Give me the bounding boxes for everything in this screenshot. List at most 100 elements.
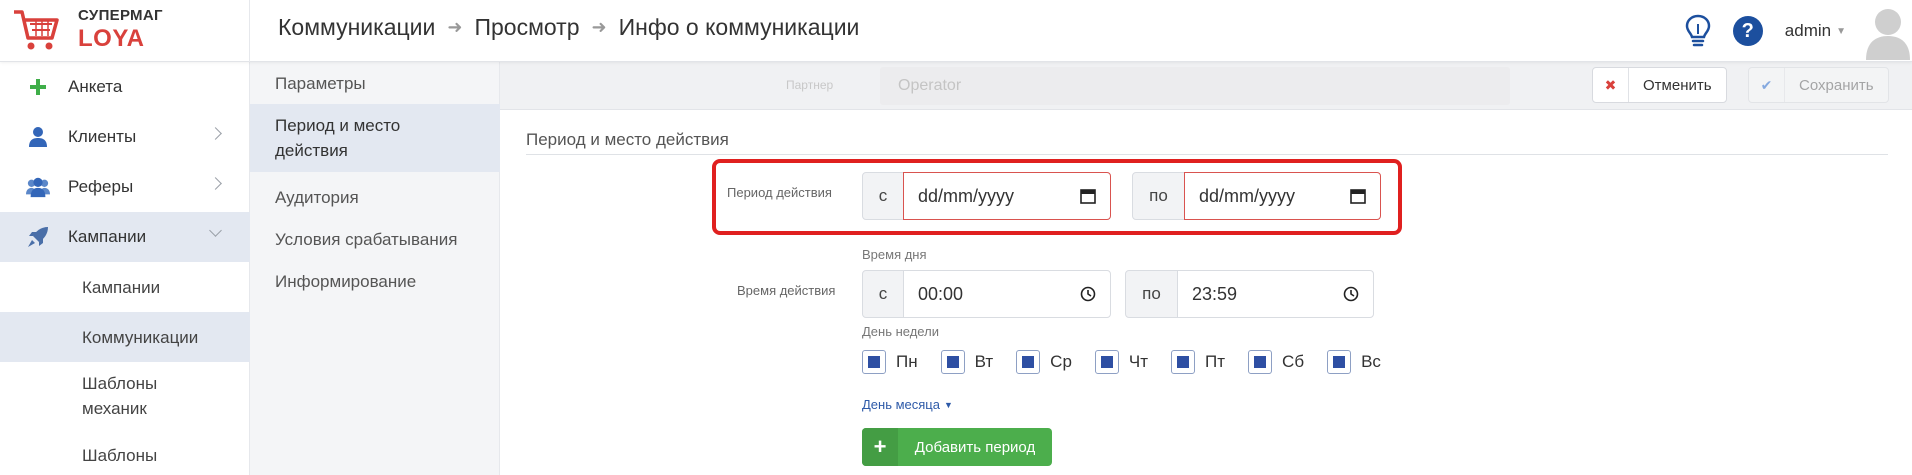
plus-icon: [26, 75, 50, 99]
checkbox[interactable]: [1248, 350, 1273, 374]
sidebar-subitem-communications[interactable]: Коммуникации: [0, 312, 250, 362]
user-icon: [26, 125, 50, 149]
user-name: admin: [1784, 21, 1832, 40]
save-button[interactable]: ✔ Сохранить: [1748, 67, 1889, 103]
breadcrumb-item-info: Инфо о коммуникации: [618, 14, 860, 40]
clock-icon[interactable]: [1343, 286, 1359, 302]
section-nav-item-notification[interactable]: Информирование: [250, 260, 500, 302]
chevron-right-icon: ➜: [447, 17, 463, 37]
calendar-icon[interactable]: [1350, 188, 1366, 204]
brand-name-bottom: LOYA: [78, 25, 145, 52]
weekday-label: Сб: [1282, 352, 1305, 371]
time-of-day-hint: Время дня: [862, 247, 927, 262]
help-icon[interactable]: ?: [1732, 16, 1763, 46]
weekday-thu[interactable]: Чт: [1094, 350, 1148, 374]
plus-icon: +: [862, 428, 898, 466]
date-from-value: dd/mm/yyyy: [918, 185, 1015, 206]
month-day-label: День месяца: [862, 397, 940, 412]
weekday-sun[interactable]: Вс: [1327, 350, 1381, 374]
checkbox[interactable]: [1016, 350, 1041, 374]
toolbar: Партнер Operator ✖ Отменить ✔ Сохранить: [500, 62, 1912, 110]
section-nav-item-audience[interactable]: Аудитория: [250, 176, 500, 218]
header-actions: ? admin ▼: [1683, 0, 1912, 62]
weekday-sat[interactable]: Сб: [1248, 350, 1304, 374]
period-label: Период действия: [727, 185, 832, 200]
sidebar-item-campaigns[interactable]: Кампании: [0, 212, 250, 262]
weekday-checkboxes: Пн Вт Ср Чт Пт Сб Вс: [862, 350, 1404, 374]
section-nav-label: Параметры: [275, 73, 366, 93]
avatar[interactable]: [1864, 2, 1912, 60]
brand-name-top: СУПЕРМАГ: [78, 7, 163, 24]
weekday-mon[interactable]: Пн: [862, 350, 918, 374]
date-from-input[interactable]: dd/mm/yyyy: [903, 172, 1111, 220]
user-menu[interactable]: admin ▼: [1785, 21, 1846, 41]
checkbox[interactable]: [1094, 350, 1119, 374]
sidebar-subitem-label: Шаблоны механик: [82, 374, 158, 418]
date-to-value: dd/mm/yyyy: [1199, 185, 1296, 206]
section-nav-item-parameters[interactable]: Параметры: [250, 62, 500, 104]
section-nav-label: Период и место действия: [275, 116, 401, 160]
sidebar-subitem-campaigns[interactable]: Кампании: [0, 262, 250, 312]
rocket-icon: [26, 225, 50, 249]
clock-icon[interactable]: [1080, 286, 1096, 302]
save-button-label: Сохранить: [1799, 76, 1874, 94]
breadcrumb-item-communications[interactable]: Коммуникации: [278, 14, 435, 41]
month-day-link[interactable]: День месяца ▼: [862, 397, 953, 412]
period-to-addon: по: [1132, 172, 1185, 220]
sidebar-item-questionnaire[interactable]: Анкета: [0, 62, 250, 112]
check-icon: ✔: [1749, 68, 1785, 102]
section-nav-item-triggers[interactable]: Условия срабатывания: [250, 218, 500, 260]
time-to-value: 23:59: [1192, 283, 1238, 304]
checkbox[interactable]: [1327, 350, 1352, 374]
chevron-down-icon: ▼: [943, 399, 953, 410]
lightbulb-icon[interactable]: [1683, 14, 1713, 48]
breadcrumb: Коммуникации ➜ Просмотр ➜ Инфо о коммуни…: [278, 14, 859, 41]
sidebar-subitem-label: Коммуникации: [82, 327, 199, 347]
time-from-addon: с: [862, 270, 904, 318]
period-from-addon: с: [862, 172, 904, 220]
section-title: Период и место действия: [526, 130, 729, 149]
weekday-label: Пн: [896, 352, 918, 371]
top-header: СУПЕРМАГ LOYA Коммуникации ➜ Просмотр ➜ …: [0, 0, 1912, 62]
checkbox[interactable]: [940, 350, 965, 374]
users-icon: [26, 175, 50, 199]
sidebar-item-referrers[interactable]: Реферы: [0, 162, 250, 212]
chevron-right-icon: [209, 127, 222, 140]
checkbox[interactable]: [1171, 350, 1196, 374]
section-nav-label: Условия срабатывания: [275, 229, 458, 249]
cancel-button[interactable]: ✖ Отменить: [1592, 67, 1727, 103]
weekday-label: Вс: [1361, 352, 1381, 371]
caret-down-icon: ▼: [1836, 25, 1846, 37]
weekday-wed[interactable]: Ср: [1016, 350, 1072, 374]
weekday-hint: День недели: [862, 324, 939, 339]
section-nav-label: Информирование: [275, 271, 417, 291]
weekday-tue[interactable]: Вт: [940, 350, 994, 374]
add-period-label: Добавить период: [914, 438, 1036, 456]
weekday-label: Вт: [974, 352, 994, 371]
weekday-label: Пт: [1205, 352, 1226, 371]
time-from-value: 00:00: [918, 283, 964, 304]
sidebar-item-label: Кампании: [68, 227, 147, 246]
sidebar-item-clients[interactable]: Клиенты: [0, 112, 250, 162]
breadcrumb-item-view[interactable]: Просмотр: [474, 14, 579, 41]
time-from-input[interactable]: 00:00: [903, 270, 1111, 318]
weekday-label: Ср: [1050, 352, 1072, 371]
checkbox[interactable]: [862, 350, 886, 374]
main-content: Партнер Operator ✖ Отменить ✔ Сохранить …: [500, 62, 1912, 475]
sidebar-subitem-mechanic-templates[interactable]: Шаблоны механик: [0, 368, 200, 424]
date-to-input[interactable]: dd/mm/yyyy: [1184, 172, 1381, 220]
section-nav: Параметры Период и место действия Аудито…: [250, 62, 500, 475]
section-nav-item-period[interactable]: Период и место действия: [250, 104, 500, 172]
partner-field[interactable]: Operator: [880, 67, 1510, 105]
chevron-right-icon: [209, 177, 222, 190]
sidebar-subitem-templates[interactable]: Шаблоны: [0, 440, 250, 470]
sidebar-item-label: Анкета: [68, 77, 123, 96]
time-to-input[interactable]: 23:59: [1177, 270, 1374, 318]
calendar-icon[interactable]: [1080, 188, 1096, 204]
brand-logo[interactable]: СУПЕРМАГ LOYA: [0, 0, 250, 62]
partner-label: Партнер: [786, 78, 834, 92]
weekday-fri[interactable]: Пт: [1171, 350, 1225, 374]
cart-logo-icon: [14, 10, 59, 50]
close-icon: ✖: [1593, 68, 1629, 102]
add-period-button[interactable]: + Добавить период: [862, 428, 1052, 466]
